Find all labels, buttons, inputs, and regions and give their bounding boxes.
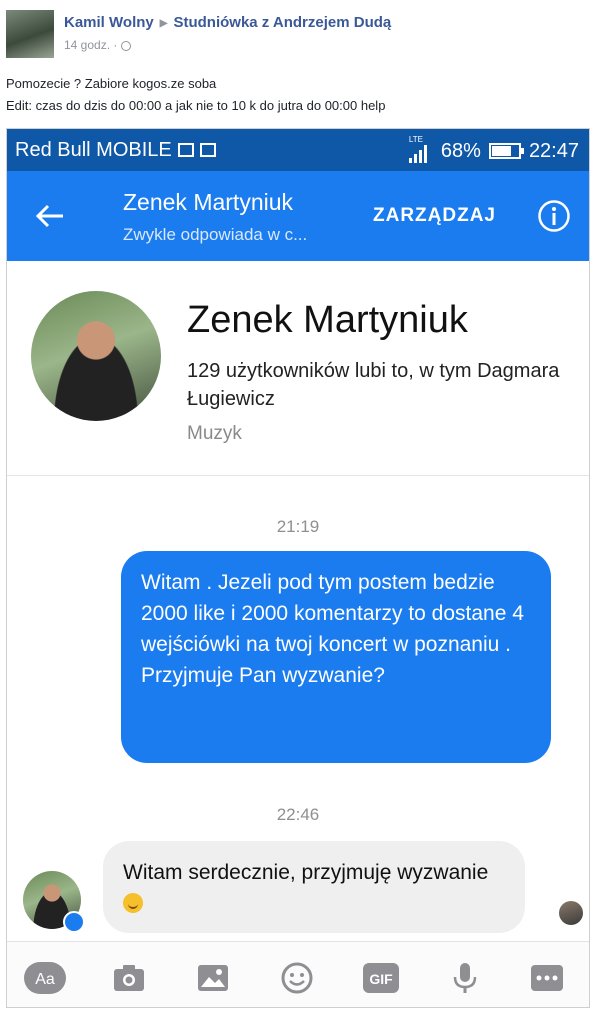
incoming-message-text: Witam serdecznie, przyjmuję wyzwanie xyxy=(123,861,489,884)
post-author-line: Kamil Wolny ▶ Studniówka z Andrzejem Dudą xyxy=(64,14,391,31)
profile-photo[interactable] xyxy=(31,291,161,421)
gif-icon[interactable]: GIF xyxy=(361,960,401,996)
aa-icon[interactable]: Aa xyxy=(23,960,67,996)
status-left: Red Bull MOBILE xyxy=(15,139,216,162)
battery-percent: 68% xyxy=(440,139,481,162)
keyboard-icon xyxy=(177,143,194,157)
globe-icon xyxy=(121,41,132,51)
read-receipt-avatar xyxy=(559,901,583,925)
post-group-link[interactable]: Studniówka z Andrzejem Dudą xyxy=(173,14,391,31)
image-notification-icon xyxy=(199,143,216,157)
triangle-right-icon: ▶ xyxy=(159,18,168,29)
author-avatar[interactable] xyxy=(6,10,54,58)
outgoing-message-bubble[interactable]: Witam . Jezeli pod tym postem bedzie 200… xyxy=(121,551,551,763)
composer-toolbar: Aa GIF xyxy=(7,941,589,1007)
conversation-app-bar: Zenek Martyniuk Zwykle odpowiada w c... … xyxy=(7,171,589,261)
status-right: LTE 68% 22:47 xyxy=(407,135,579,163)
info-icon[interactable] xyxy=(537,199,571,233)
response-time-subtitle: Zwykle odpowiada w c... xyxy=(123,225,308,244)
signal-icon: LTE xyxy=(407,135,433,163)
contact-name[interactable]: Zenek Martyniuk xyxy=(123,189,293,216)
more-icon[interactable] xyxy=(529,960,565,996)
fb-post-header: Kamil Wolny ▶ Studniówka z Andrzejem Dudą … xyxy=(0,0,600,128)
battery-icon xyxy=(488,143,524,159)
messenger-screenshot: Red Bull MOBILE LTE 68% 22:47 Zenek Mart… xyxy=(6,128,590,1008)
post-text-line-2: Edit: czas do dzis do 00:00 a jak nie to… xyxy=(6,98,386,113)
gif-label: GIF xyxy=(369,971,393,987)
clock: 22:47 xyxy=(528,139,579,162)
carrier-name: Red Bull MOBILE xyxy=(15,139,172,161)
smiling-face-icon xyxy=(123,893,143,913)
message-timestamp: 21:19 xyxy=(276,517,320,536)
camera-icon[interactable] xyxy=(111,960,147,996)
manage-button[interactable]: ZARZĄDZAJ xyxy=(373,205,496,227)
status-bar: Red Bull MOBILE LTE 68% 22:47 xyxy=(7,129,589,171)
profile-likes: 129 użytkowników lubi to, w tym Dagmara … xyxy=(187,360,560,410)
message-timestamp: 22:46 xyxy=(276,805,320,824)
emoji-icon[interactable] xyxy=(279,960,315,996)
aa-label: Aa xyxy=(35,971,55,988)
messenger-badge-icon xyxy=(63,911,85,933)
profile-category: Muzyk xyxy=(187,423,242,444)
microphone-icon[interactable] xyxy=(447,960,483,996)
contact-profile-card: Zenek Martyniuk 129 użytkowników lubi to… xyxy=(7,261,589,476)
post-author-link[interactable]: Kamil Wolny xyxy=(64,14,154,31)
post-text-line-1: Pomozecie ? Zabiore kogos.ze soba xyxy=(6,76,217,91)
back-arrow-icon[interactable] xyxy=(33,199,67,233)
incoming-message-bubble[interactable]: Witam serdecznie, przyjmuję wyzwanie xyxy=(103,841,525,933)
post-meta: 14 godz. · xyxy=(64,38,132,52)
profile-name: Zenek Martyniuk xyxy=(187,299,468,341)
image-icon[interactable] xyxy=(195,960,231,996)
post-timestamp[interactable]: 14 godz. · xyxy=(64,38,117,52)
